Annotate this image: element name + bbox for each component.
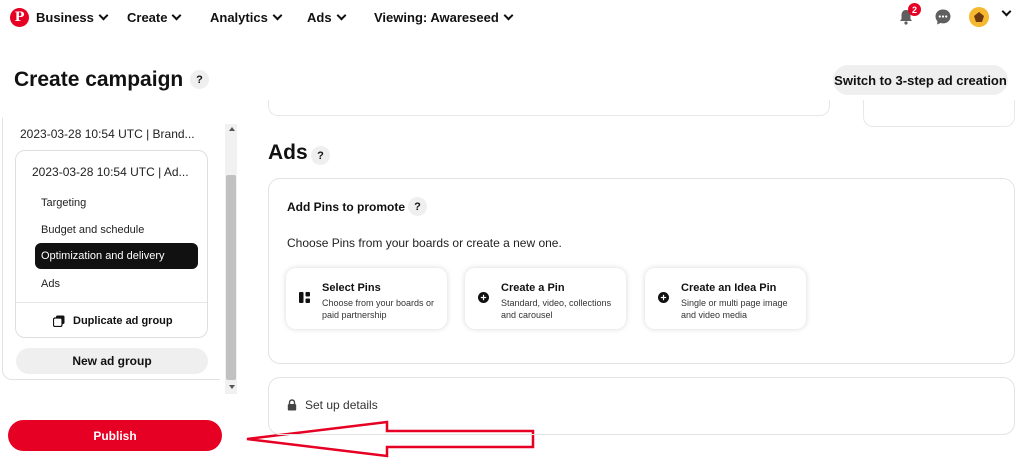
scroll-down-arrow-icon[interactable] <box>229 385 235 389</box>
sidebar-item-ads[interactable]: Ads <box>41 278 60 290</box>
chevron-down-icon <box>272 10 283 21</box>
pinterest-logo[interactable]: P <box>10 8 29 27</box>
top-nav: P Business Create Analytics Ads Viewing:… <box>0 0 1024 36</box>
plus-circle-icon <box>658 292 669 303</box>
duplicate-icon <box>53 315 65 327</box>
option-title: Create an Idea Pin <box>681 282 777 294</box>
page-title: Create campaign <box>14 68 184 91</box>
sidebar-item-optimization-delivery[interactable]: Optimization and delivery <box>35 243 198 269</box>
option-description: Choose from your boards or paid partners… <box>322 298 435 320</box>
chevron-down-icon <box>503 10 514 21</box>
nav-ads-label: Ads <box>307 10 332 25</box>
setup-details-card[interactable] <box>268 377 1015 435</box>
nav-viewing-label: Viewing: Awareseed <box>374 10 499 25</box>
help-icon[interactable]: ? <box>190 70 209 89</box>
nav-analytics-label: Analytics <box>210 10 268 25</box>
divider <box>16 302 207 303</box>
sidebar-item-label: Optimization and delivery <box>41 250 165 262</box>
create-pin-option[interactable]: Create a Pin Standard, video, collection… <box>465 268 626 329</box>
setup-details-row[interactable]: Set up details <box>287 398 378 412</box>
help-icon[interactable]: ? <box>408 197 427 216</box>
nav-ads-menu[interactable]: Ads <box>307 10 347 25</box>
sidebar-item-targeting[interactable]: Targeting <box>41 197 86 209</box>
nav-create-label: Create <box>127 10 168 25</box>
sidebar-item-budget-schedule[interactable]: Budget and schedule <box>41 224 144 236</box>
duplicate-adgroup-button[interactable]: Duplicate ad group <box>53 315 173 327</box>
adgroup-item[interactable]: 2023-03-28 10:54 UTC | Ad... <box>32 165 189 179</box>
nav-create-menu[interactable]: Create <box>127 10 182 25</box>
notification-badge: 2 <box>908 3 921 16</box>
summary-card <box>863 100 1015 127</box>
scrollbar-thumb[interactable] <box>226 175 236 380</box>
chevron-down-icon <box>98 10 109 21</box>
option-title: Create a Pin <box>501 282 565 294</box>
chevron-down-icon <box>336 10 347 21</box>
option-description: Single or multi page image and video med… <box>681 298 788 320</box>
select-pins-option[interactable]: Select Pins Choose from your boards or p… <box>286 268 447 329</box>
grid-icon <box>299 292 310 303</box>
nav-viewing-menu[interactable]: Viewing: Awareseed <box>374 10 514 25</box>
add-pins-title: Add Pins to promote <box>287 200 405 214</box>
plus-circle-icon <box>478 292 489 303</box>
chevron-down-icon <box>172 10 182 21</box>
nav-business-label: Business <box>36 10 94 25</box>
option-title: Select Pins <box>322 282 381 294</box>
previous-section-card <box>268 100 830 116</box>
avatar-glyph-icon <box>974 12 984 22</box>
chevron-down-icon[interactable] <box>1001 6 1012 17</box>
switch-to-3-step-button[interactable]: Switch to 3-step ad creation <box>833 65 1008 95</box>
nav-analytics-menu[interactable]: Analytics <box>210 10 283 25</box>
duplicate-adgroup-label: Duplicate ad group <box>73 315 173 327</box>
create-idea-pin-option[interactable]: Create an Idea Pin Single or multi page … <box>645 268 806 329</box>
nav-business-menu[interactable]: Business <box>36 10 109 25</box>
chat-icon[interactable] <box>934 8 952 26</box>
add-pins-description: Choose Pins from your boards or create a… <box>287 236 562 250</box>
setup-details-label: Set up details <box>305 398 378 412</box>
publish-button[interactable]: Publish <box>8 420 222 451</box>
scroll-up-arrow-icon[interactable] <box>229 127 235 131</box>
lock-icon <box>287 399 297 411</box>
option-description: Standard, video, collections and carouse… <box>501 298 612 320</box>
new-adgroup-button[interactable]: New ad group <box>16 348 208 374</box>
avatar[interactable] <box>969 7 989 27</box>
ads-heading: Ads <box>268 141 308 164</box>
help-icon[interactable]: ? <box>311 146 330 165</box>
campaign-item[interactable]: 2023-03-28 10:54 UTC | Brand... <box>20 127 195 141</box>
